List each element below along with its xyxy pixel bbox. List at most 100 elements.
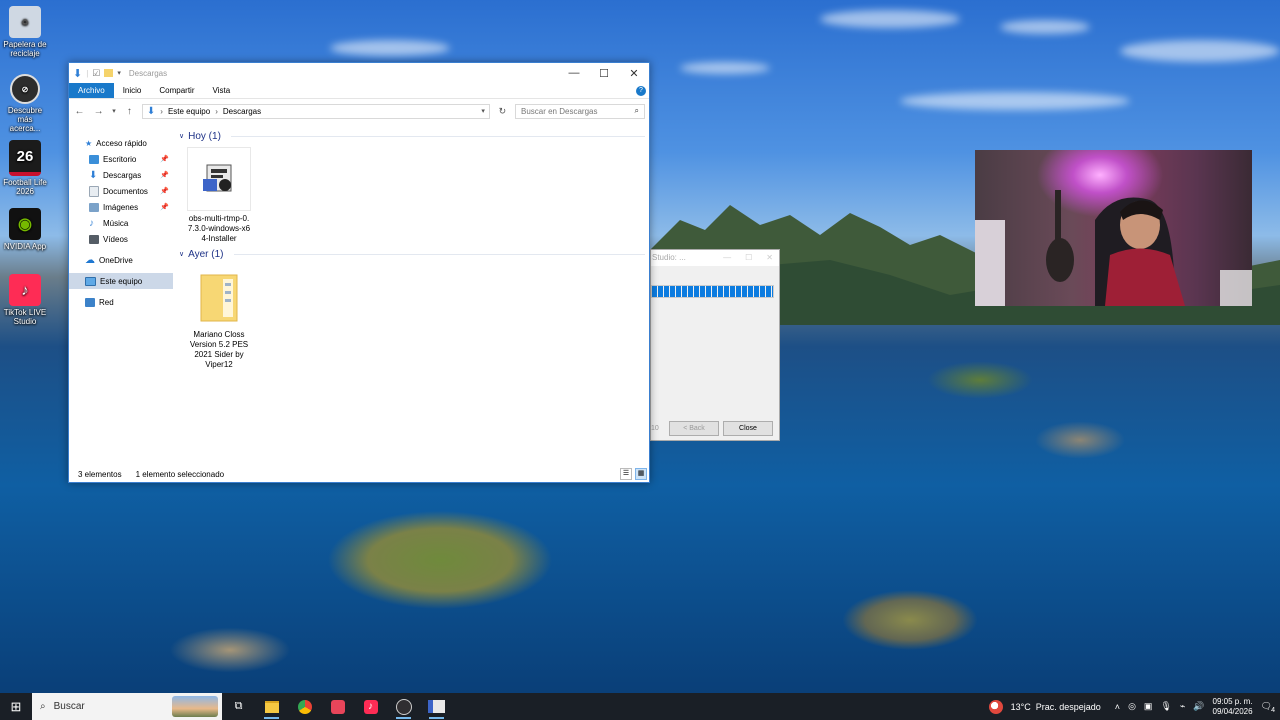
weather-text[interactable]: 13°C Prac. despejado — [1011, 702, 1101, 712]
breadcrumb-este-equipo[interactable]: Este equipo — [168, 107, 210, 116]
properties-icon[interactable]: ☑ — [92, 68, 100, 79]
nav-este-equipo[interactable]: Este equipo — [69, 273, 173, 289]
file-name: obs-multi-rtmp-0.7.3.0-windows-x64-Insta… — [187, 214, 251, 243]
task-view-icon[interactable]: ⧉ — [222, 693, 255, 720]
documents-icon — [89, 185, 99, 197]
notification-count: 4 — [1271, 707, 1275, 714]
desktop-icon-tiktok-live[interactable]: ♪ TikTok LIVE Studio — [2, 274, 48, 326]
tiktok-icon[interactable]: ♪ — [354, 693, 387, 720]
installer-version-hint: 10 — [651, 425, 659, 432]
nav-item-escritorio[interactable]: Escritorio 📌 — [69, 151, 173, 167]
chevron-up-icon[interactable]: ˄ — [1115, 702, 1120, 712]
file-name: Mariano Closs Version 5.2 PES 2021 Sider… — [189, 330, 249, 369]
refresh-icon[interactable]: ↻ — [496, 106, 509, 117]
desktop-icon-football-life[interactable]: 26 Football Life 2026 — [2, 140, 48, 196]
group-header-ayer[interactable]: ∨ Ayer (1) — [179, 247, 645, 261]
group-label: Ayer (1) — [188, 248, 224, 260]
new-folder-icon[interactable] — [104, 69, 114, 77]
status-bar: 3 elementos 1 elemento seleccionado ☰ ▦ — [69, 466, 649, 482]
tab-inicio[interactable]: Inicio — [114, 83, 151, 98]
customize-toolbar-icon[interactable]: ▾ — [117, 69, 121, 77]
discover-icon: ⊘ — [10, 74, 40, 104]
system-tray: 13°C Prac. despejado ˄ ◎ ▣ 🎙 ⌁ 🔊 09:05 p… — [988, 697, 1280, 717]
nav-label: Música — [103, 218, 129, 228]
file-explorer-window[interactable]: ⬇ | ☑ ▾ Descargas — ☐ ✕ Archivo Inicio C… — [68, 62, 650, 483]
streamlabs-icon[interactable] — [321, 693, 354, 720]
address-bar[interactable]: ⬇ › Este equipo › Descargas ▾ — [141, 103, 490, 119]
nav-onedrive[interactable]: ☁ OneDrive — [69, 252, 173, 268]
nav-label: Vídeos — [103, 234, 128, 244]
pictures-icon — [89, 202, 99, 212]
desktop-icon-recycle-bin[interactable]: ♻ Papelera de reciclaje — [2, 6, 48, 58]
nav-item-imagenes[interactable]: Imágenes 📌 — [69, 199, 173, 215]
maximize-icon[interactable]: ☐ — [589, 67, 619, 80]
maximize-icon[interactable]: ☐ — [745, 250, 752, 266]
breadcrumb-descargas[interactable]: Descargas — [223, 107, 261, 116]
taskbar-search[interactable]: ⌕ Buscar — [32, 693, 222, 720]
microphone-icon[interactable]: 🎙 — [1160, 701, 1171, 712]
search-input[interactable]: Buscar en Descargas ⌕ — [514, 103, 645, 119]
network-icon — [85, 297, 95, 307]
network-icon[interactable]: ⌁ — [1180, 701, 1185, 712]
chevron-down-icon[interactable]: ▾ — [481, 107, 485, 115]
recent-locations-icon[interactable]: ▾ — [111, 107, 117, 115]
nav-label: OneDrive — [99, 255, 133, 265]
desktop-icon-nvidia[interactable]: ◉ NVIDIA App — [2, 208, 48, 251]
nav-item-videos[interactable]: Vídeos — [69, 231, 173, 247]
clock-date: 09/04/2026 — [1212, 706, 1253, 716]
installer-title: Studio: ... — [652, 253, 686, 262]
nav-label: Imágenes — [103, 202, 139, 212]
cloud — [900, 92, 1130, 110]
file-explorer-icon[interactable] — [255, 693, 288, 720]
pin-icon: 📌 — [160, 172, 169, 179]
close-icon[interactable]: ✕ — [766, 250, 773, 266]
desktop-icon-discover[interactable]: ⊘ Descubre más acerca... — [2, 74, 48, 133]
close-button[interactable]: Close — [723, 421, 773, 436]
nav-label: Documentos — [103, 186, 148, 196]
tab-archivo[interactable]: Archivo — [69, 83, 114, 98]
forward-arrow-icon[interactable]: → — [92, 106, 105, 117]
desktop-icon-label: Descubre más acerca... — [7, 106, 43, 133]
zip-folder-icon — [188, 265, 250, 327]
file-item[interactable]: obs-multi-rtmp-0.7.3.0-windows-x64-Insta… — [187, 147, 251, 244]
selection-count: 1 elemento seleccionado — [135, 469, 225, 479]
obs-icon[interactable] — [387, 693, 420, 720]
installer-window[interactable]: Studio: ... — ☐ ✕ 10 < Back Close — [650, 249, 780, 441]
tab-compartir[interactable]: Compartir — [150, 83, 203, 98]
back-button[interactable]: < Back — [669, 421, 719, 436]
nav-label: Red — [99, 297, 114, 307]
nav-label: Descargas — [103, 170, 142, 180]
volume-icon[interactable]: 🔊 — [1193, 701, 1204, 712]
large-icons-view-icon[interactable]: ▦ — [635, 468, 647, 480]
down-arrow-icon: ⬇ — [73, 67, 83, 80]
close-icon[interactable]: ✕ — [619, 67, 649, 80]
details-view-icon[interactable]: ☰ — [620, 468, 632, 480]
tiktok-live-icon: ♪ — [9, 274, 41, 306]
nav-label: Acceso rápido — [96, 138, 147, 148]
group-label: Hoy (1) — [188, 130, 221, 142]
minimize-icon[interactable]: — — [559, 67, 589, 80]
clock[interactable]: 09:05 p. m. 09/04/2026 — [1213, 697, 1253, 717]
chrome-icon[interactable] — [288, 693, 321, 720]
nav-item-descargas[interactable]: ⬇ Descargas 📌 — [69, 167, 173, 183]
nav-quick-access[interactable]: ★ Acceso rápido — [69, 135, 173, 151]
file-item[interactable]: Mariano Closs Version 5.2 PES 2021 Sider… — [187, 265, 251, 370]
nvidia-tray-icon[interactable]: ▣ — [1144, 701, 1153, 712]
notifications-icon[interactable]: 🗨 4 — [1261, 701, 1275, 714]
group-header-hoy[interactable]: ∨ Hoy (1) — [179, 129, 645, 143]
tab-vista[interactable]: Vista — [204, 83, 240, 98]
back-arrow-icon[interactable]: ← — [73, 106, 86, 117]
nav-item-documentos[interactable]: Documentos 📌 — [69, 183, 173, 199]
nav-red[interactable]: Red — [69, 294, 173, 310]
nav-label: Este equipo — [100, 276, 143, 286]
windows-start-icon[interactable]: ⊞ — [0, 693, 32, 720]
help-icon[interactable]: ? — [636, 85, 646, 96]
app-tray-icon[interactable]: ◎ — [1128, 701, 1136, 712]
minimize-icon[interactable]: — — [723, 250, 731, 266]
window-title: Descargas — [128, 68, 168, 78]
pin-icon: 📌 — [160, 156, 169, 163]
up-arrow-icon[interactable]: ↑ — [123, 106, 136, 117]
installer-icon[interactable] — [420, 693, 453, 720]
nav-item-musica[interactable]: ♪ Música — [69, 215, 173, 231]
webcam-overlay — [975, 150, 1252, 306]
